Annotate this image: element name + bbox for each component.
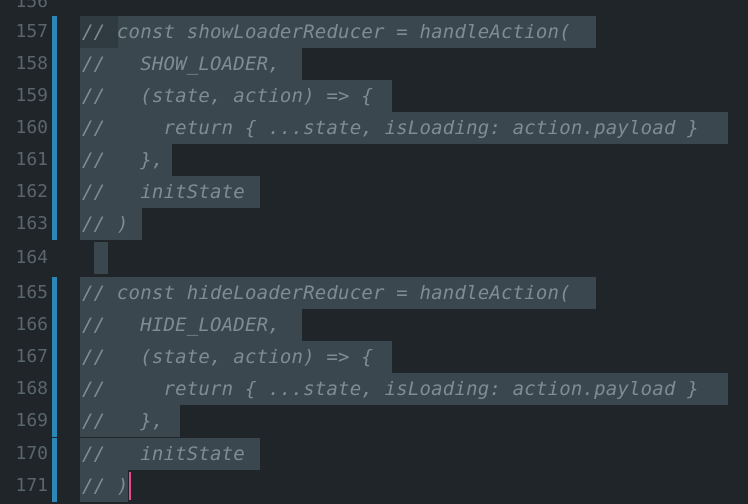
line-number: 168 xyxy=(15,378,48,399)
line-number: 163 xyxy=(15,213,48,234)
line-number: 166 xyxy=(15,314,48,335)
git-modified-marker xyxy=(52,277,57,309)
line-number: 164 xyxy=(15,247,48,268)
code-text[interactable]: // }, xyxy=(82,405,163,437)
code-line-168[interactable]: 168 // return { ...state, isLoading: act… xyxy=(0,373,748,405)
code-text[interactable]: // ) xyxy=(82,470,129,502)
git-modified-marker xyxy=(52,144,57,176)
line-number: 159 xyxy=(15,85,48,106)
code-line-158[interactable]: 158 // SHOW_LOADER, xyxy=(0,48,748,80)
selection-highlight xyxy=(94,242,108,274)
git-modified-marker xyxy=(52,470,57,502)
line-number: 169 xyxy=(15,410,48,431)
code-line-169[interactable]: 169 // }, xyxy=(0,405,748,437)
code-text[interactable]: // SHOW_LOADER, xyxy=(82,48,280,80)
line-number: 165 xyxy=(15,282,48,303)
code-line-161[interactable]: 161 // }, xyxy=(0,144,748,176)
line-number: 167 xyxy=(15,346,48,367)
code-editor[interactable]: 156 157 // const showLoaderReducer = han… xyxy=(0,0,748,504)
line-number: 161 xyxy=(15,149,48,170)
code-line-165[interactable]: 165 // const hideLoaderReducer = handleA… xyxy=(0,277,748,309)
code-line-170[interactable]: 170 // initState xyxy=(0,438,748,470)
code-text[interactable]: // (state, action) => { xyxy=(82,341,373,373)
git-modified-marker xyxy=(52,112,57,144)
line-number: 170 xyxy=(15,443,48,464)
code-text[interactable]: // }, xyxy=(82,144,163,176)
git-modified-marker xyxy=(52,176,57,208)
git-modified-marker xyxy=(52,48,57,80)
line-number: 158 xyxy=(15,53,48,74)
code-line-157[interactable]: 157 // const showLoaderReducer = handleA… xyxy=(0,16,748,48)
code-text[interactable]: // ) xyxy=(82,208,129,240)
line-number: 162 xyxy=(15,181,48,202)
git-modified-marker xyxy=(52,208,57,240)
code-line-160[interactable]: 160 // return { ...state, isLoading: act… xyxy=(0,112,748,144)
code-text[interactable]: // initState xyxy=(82,438,245,470)
git-modified-marker xyxy=(52,16,57,48)
git-modified-marker xyxy=(52,438,57,470)
code-text[interactable]: // initState xyxy=(82,176,245,208)
text-cursor xyxy=(129,472,131,500)
git-modified-marker xyxy=(52,80,57,112)
git-modified-marker xyxy=(52,405,57,437)
code-text[interactable]: // HIDE_LOADER, xyxy=(82,309,280,341)
code-text[interactable]: // return { ...state, isLoading: action.… xyxy=(82,112,699,144)
code-text[interactable]: // (state, action) => { xyxy=(82,80,373,112)
line-number: 160 xyxy=(15,117,48,138)
git-modified-marker xyxy=(52,341,57,373)
code-line-171[interactable]: 171 // ) xyxy=(0,470,748,502)
code-line-164[interactable]: 164 xyxy=(0,242,748,274)
git-modified-marker xyxy=(52,373,57,405)
code-line-162[interactable]: 162 // initState xyxy=(0,176,748,208)
code-line-163[interactable]: 163 // ) xyxy=(0,208,748,240)
code-line-166[interactable]: 166 // HIDE_LOADER, xyxy=(0,309,748,341)
code-line-167[interactable]: 167 // (state, action) => { xyxy=(0,341,748,373)
code-text[interactable]: // const hideLoaderReducer = handleActio… xyxy=(82,277,571,309)
code-text[interactable]: // return { ...state, isLoading: action.… xyxy=(82,373,699,405)
git-modified-marker xyxy=(52,309,57,341)
code-line-159[interactable]: 159 // (state, action) => { xyxy=(0,80,748,112)
line-number: 171 xyxy=(15,475,48,496)
code-text[interactable]: // const showLoaderReducer = handleActio… xyxy=(82,16,571,48)
line-number: 157 xyxy=(15,21,48,42)
